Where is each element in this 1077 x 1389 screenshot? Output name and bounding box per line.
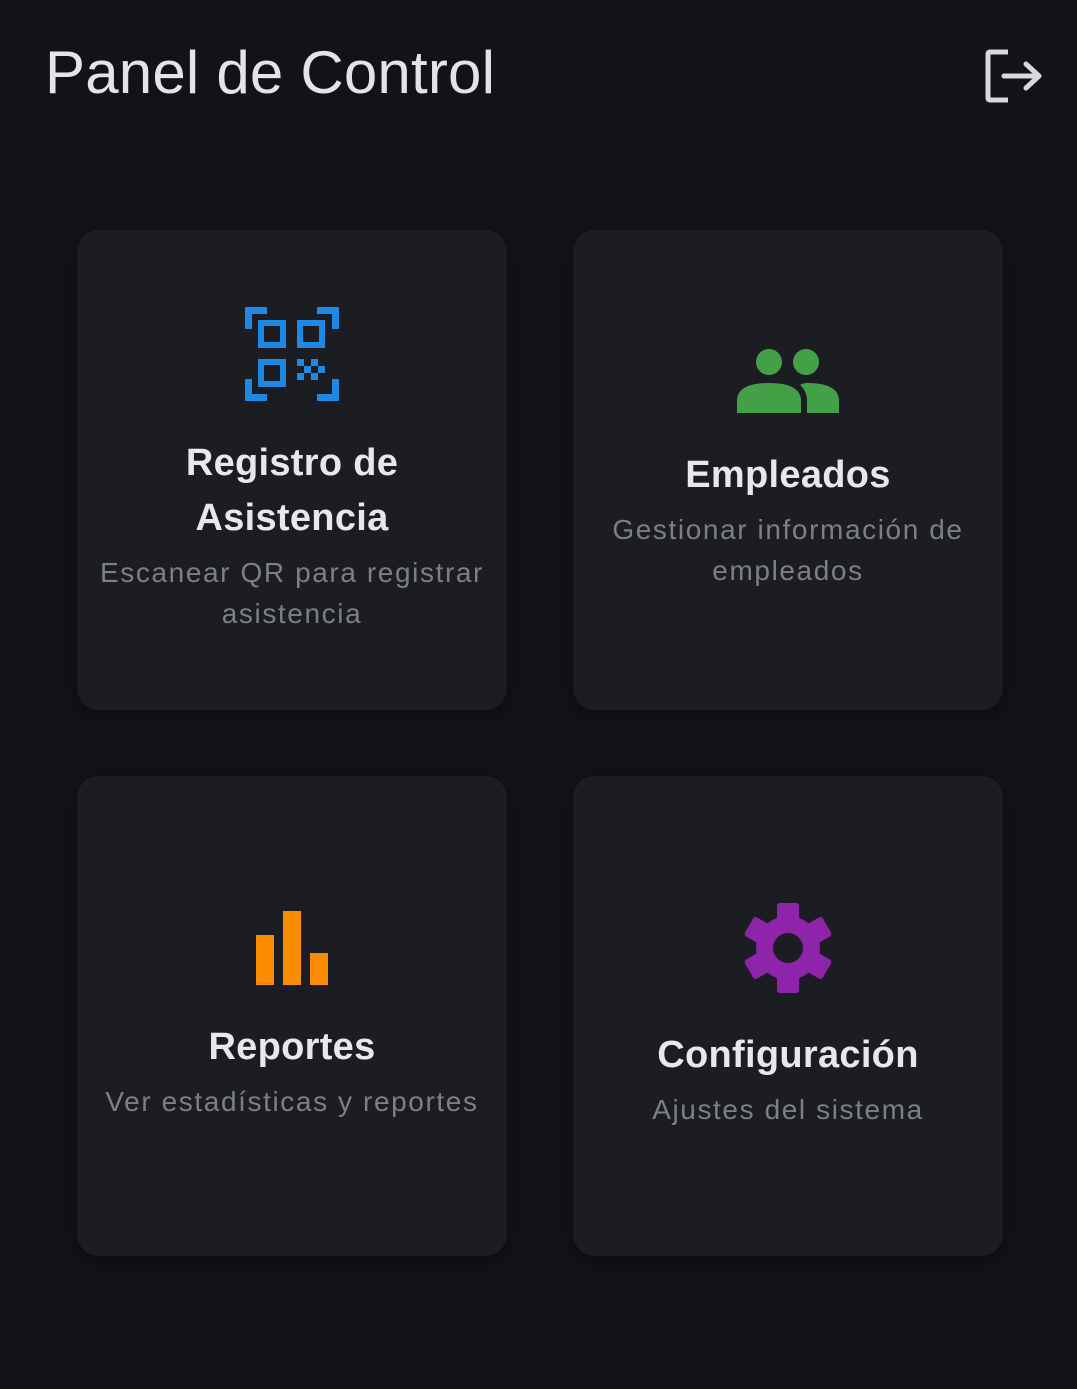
bar-chart-icon: [254, 910, 330, 990]
settings-gear-icon: [743, 902, 833, 998]
attendance-card[interactable]: Registro de Asistencia Escanear QR para …: [77, 230, 507, 710]
employees-card[interactable]: Empleados Gestionar información de emple…: [573, 230, 1003, 710]
page-title: Panel de Control: [45, 39, 496, 106]
app-header: Panel de Control: [0, 0, 1077, 150]
card-description: Escanear QR para registrar asistencia: [100, 556, 484, 629]
card-description: Ajustes del sistema: [652, 1093, 924, 1125]
card-title: Configuración: [657, 1033, 919, 1076]
card-title: Empleados: [685, 454, 891, 496]
card-title: Reportes: [208, 1025, 376, 1068]
card-description: Ver estadísticas y reportes: [105, 1085, 479, 1117]
reports-card[interactable]: Reportes Ver estadísticas y reportes: [77, 776, 507, 1256]
logout-icon: [976, 42, 1052, 108]
qr-code-scanner-icon: [245, 306, 339, 406]
card-description: Gestionar información de empleados: [612, 514, 964, 586]
settings-card[interactable]: Configuración Ajustes del sistema: [573, 776, 1003, 1256]
people-icon: [737, 349, 839, 418]
logout-button[interactable]: [976, 42, 1052, 108]
card-title: Registro de Asistencia: [185, 441, 399, 539]
